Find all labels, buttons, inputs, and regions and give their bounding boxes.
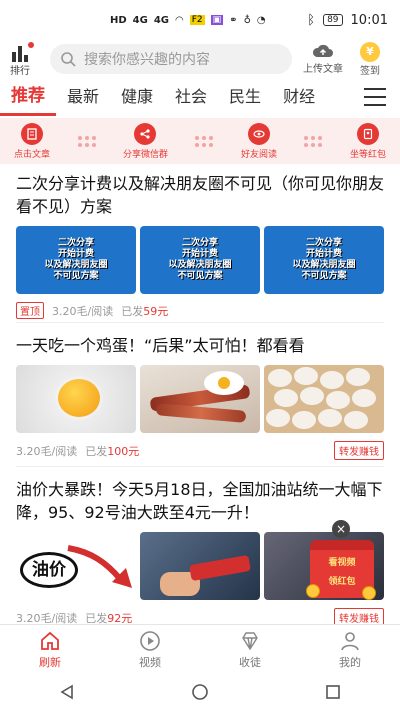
tab-livelihood[interactable]: 民生 [218, 80, 272, 116]
task-wait-redpacket[interactable]: 坐等红包 [349, 122, 386, 160]
status-bar: HD 4G 4G ◠ F2 ▣ ⚭ ♁ ◔ ᛒ 89 10:01 [0, 0, 400, 40]
nav-video[interactable]: 视频 [120, 630, 180, 670]
signin-button[interactable]: ¥ 签到 [350, 42, 390, 77]
play-icon [140, 630, 160, 651]
home-icon [41, 631, 59, 650]
signin-label: 签到 [360, 66, 380, 77]
thumbnail-image [140, 532, 260, 600]
sent-amount: 已发100元 [85, 444, 140, 458]
bell-icon: ◔ [256, 14, 266, 26]
signal-icon: 4G [153, 14, 170, 26]
dots-divider [77, 135, 96, 147]
search-input[interactable]: 搜索你感兴趣的内容 [50, 44, 292, 74]
top-bar: 排行 搜索你感兴趣的内容 上传文章 ¥ 签到 [0, 40, 400, 80]
close-icon[interactable]: × [332, 520, 350, 538]
nav-mine[interactable]: 我的 [320, 630, 380, 670]
upload-label: 上传文章 [303, 64, 343, 75]
nav-refresh[interactable]: 刷新 [20, 630, 80, 670]
category-tabs: 推荐 最新 健康 社会 民生 财经 [0, 80, 400, 116]
tab-recommend[interactable]: 推荐 [0, 80, 56, 116]
app-f2-icon: F2 [189, 15, 205, 25]
sent-amount: 已发59元 [121, 304, 169, 318]
task-strip: 点击文章 分享微信群 好友阅读 坐等红包 [0, 118, 400, 164]
recents-icon[interactable] [324, 683, 342, 701]
status-icons: HD 4G 4G ◠ F2 ▣ ⚭ ♁ ◔ [110, 15, 266, 26]
thumbnail-image: 二次分享 开始计费 以及解决朋友圈 不可见方案 [140, 226, 260, 294]
coin-icon [306, 584, 320, 598]
task-friend-read[interactable]: 好友阅读 [240, 122, 277, 160]
share-earn-button[interactable]: 转发赚钱 [334, 441, 384, 460]
article-card[interactable]: 二次分享计费以及解决朋友圈不可见（你可见你朋友看不见）方案 二次分享 开始计费 以及… [16, 172, 384, 319]
pinned-badge: 置顶 [16, 302, 44, 319]
task-click-article[interactable]: 点击文章 [14, 122, 51, 160]
bottom-nav: 刷新 视频 收徒 我的 [0, 624, 400, 674]
redpacket-icon [356, 122, 379, 145]
coin-icon [362, 586, 376, 600]
tab-finance[interactable]: 财经 [272, 80, 326, 116]
rank-button[interactable]: 排行 [0, 41, 40, 77]
thumbnail-image: 油价 [16, 532, 136, 600]
wifi-icon: ◠ [175, 14, 184, 26]
bluetooth-icon: ᛒ [307, 12, 316, 28]
price-per-read: 3.20毛/阅读 [52, 304, 114, 318]
article-thumbnails [16, 365, 384, 433]
search-icon [61, 52, 76, 67]
app-icon: ▣ [210, 15, 224, 25]
coin-icon: ¥ [360, 42, 380, 62]
notification-dot [28, 41, 34, 48]
back-icon[interactable] [58, 683, 76, 701]
bar-chart-icon [12, 45, 28, 62]
article-icon [21, 122, 43, 145]
divider [16, 322, 384, 323]
task-label: 好友阅读 [240, 149, 277, 160]
share-icon [134, 122, 157, 145]
thumbnail-image: 二次分享 开始计费 以及解决朋友圈 不可见方案 [264, 226, 384, 294]
task-label: 点击文章 [14, 149, 51, 160]
article-meta: 置顶 3.20毛/阅读 已发59元 [16, 302, 384, 319]
clock: 10:01 [350, 12, 388, 28]
task-share-wechat[interactable]: 分享微信群 [122, 122, 168, 160]
dots-divider [195, 135, 214, 147]
divider [16, 466, 384, 467]
menu-icon[interactable] [364, 88, 386, 106]
vpn-icon: ♁ [243, 14, 251, 26]
thumbnail-image [16, 365, 136, 433]
task-label: 分享微信群 [122, 149, 168, 160]
tab-health[interactable]: 健康 [110, 80, 164, 116]
signal-icon: 4G [132, 14, 148, 26]
hd-icon: HD [110, 14, 127, 26]
eye-icon [247, 122, 270, 145]
tab-latest[interactable]: 最新 [56, 80, 110, 116]
rank-label: 排行 [10, 65, 30, 77]
thumbnail-image [140, 365, 260, 433]
floating-redpacket[interactable]: × 看视频 领红包 [306, 520, 376, 602]
battery-icon: 89 [323, 14, 343, 26]
dots-divider [304, 135, 323, 147]
cloud-upload-icon [312, 44, 333, 57]
thumbnail-image [264, 365, 384, 433]
article-title: 油价大暴跌！今天5月18日，全国加油站统一大幅下降，95、92号油大跌至4元一升… [16, 480, 383, 522]
upload-article-button[interactable]: 上传文章 [298, 42, 348, 75]
article-title: 二次分享计费以及解决朋友圈不可见（你可见你朋友看不见）方案 [16, 174, 385, 216]
tab-society[interactable]: 社会 [164, 80, 218, 116]
task-label: 坐等红包 [349, 149, 386, 160]
search-placeholder: 搜索你感兴趣的内容 [84, 52, 210, 68]
home-circle-icon[interactable] [191, 683, 209, 701]
article-thumbnails: 二次分享 开始计费 以及解决朋友圈 不可见方案 二次分享 开始计费 以及解决朋友圈 不可见方… [16, 226, 384, 294]
user-icon [341, 631, 359, 650]
nfc-icon: ⚭ [229, 14, 238, 26]
article-meta: 3.20毛/阅读 已发100元 转发赚钱 [16, 441, 384, 460]
price-per-read: 3.20毛/阅读 [16, 444, 78, 458]
article-card[interactable]: 一天吃一个鸡蛋！“后果”太可怕！都看看 3.20毛/阅读 已发100元 转发赚钱 [16, 334, 384, 460]
system-nav [0, 674, 400, 710]
nav-apprentice[interactable]: 收徒 [220, 630, 280, 670]
diamond-icon [242, 631, 258, 650]
article-title: 一天吃一个鸡蛋！“后果”太可怕！都看看 [16, 336, 305, 355]
thumbnail-image: 二次分享 开始计费 以及解决朋友圈 不可见方案 [16, 226, 136, 294]
